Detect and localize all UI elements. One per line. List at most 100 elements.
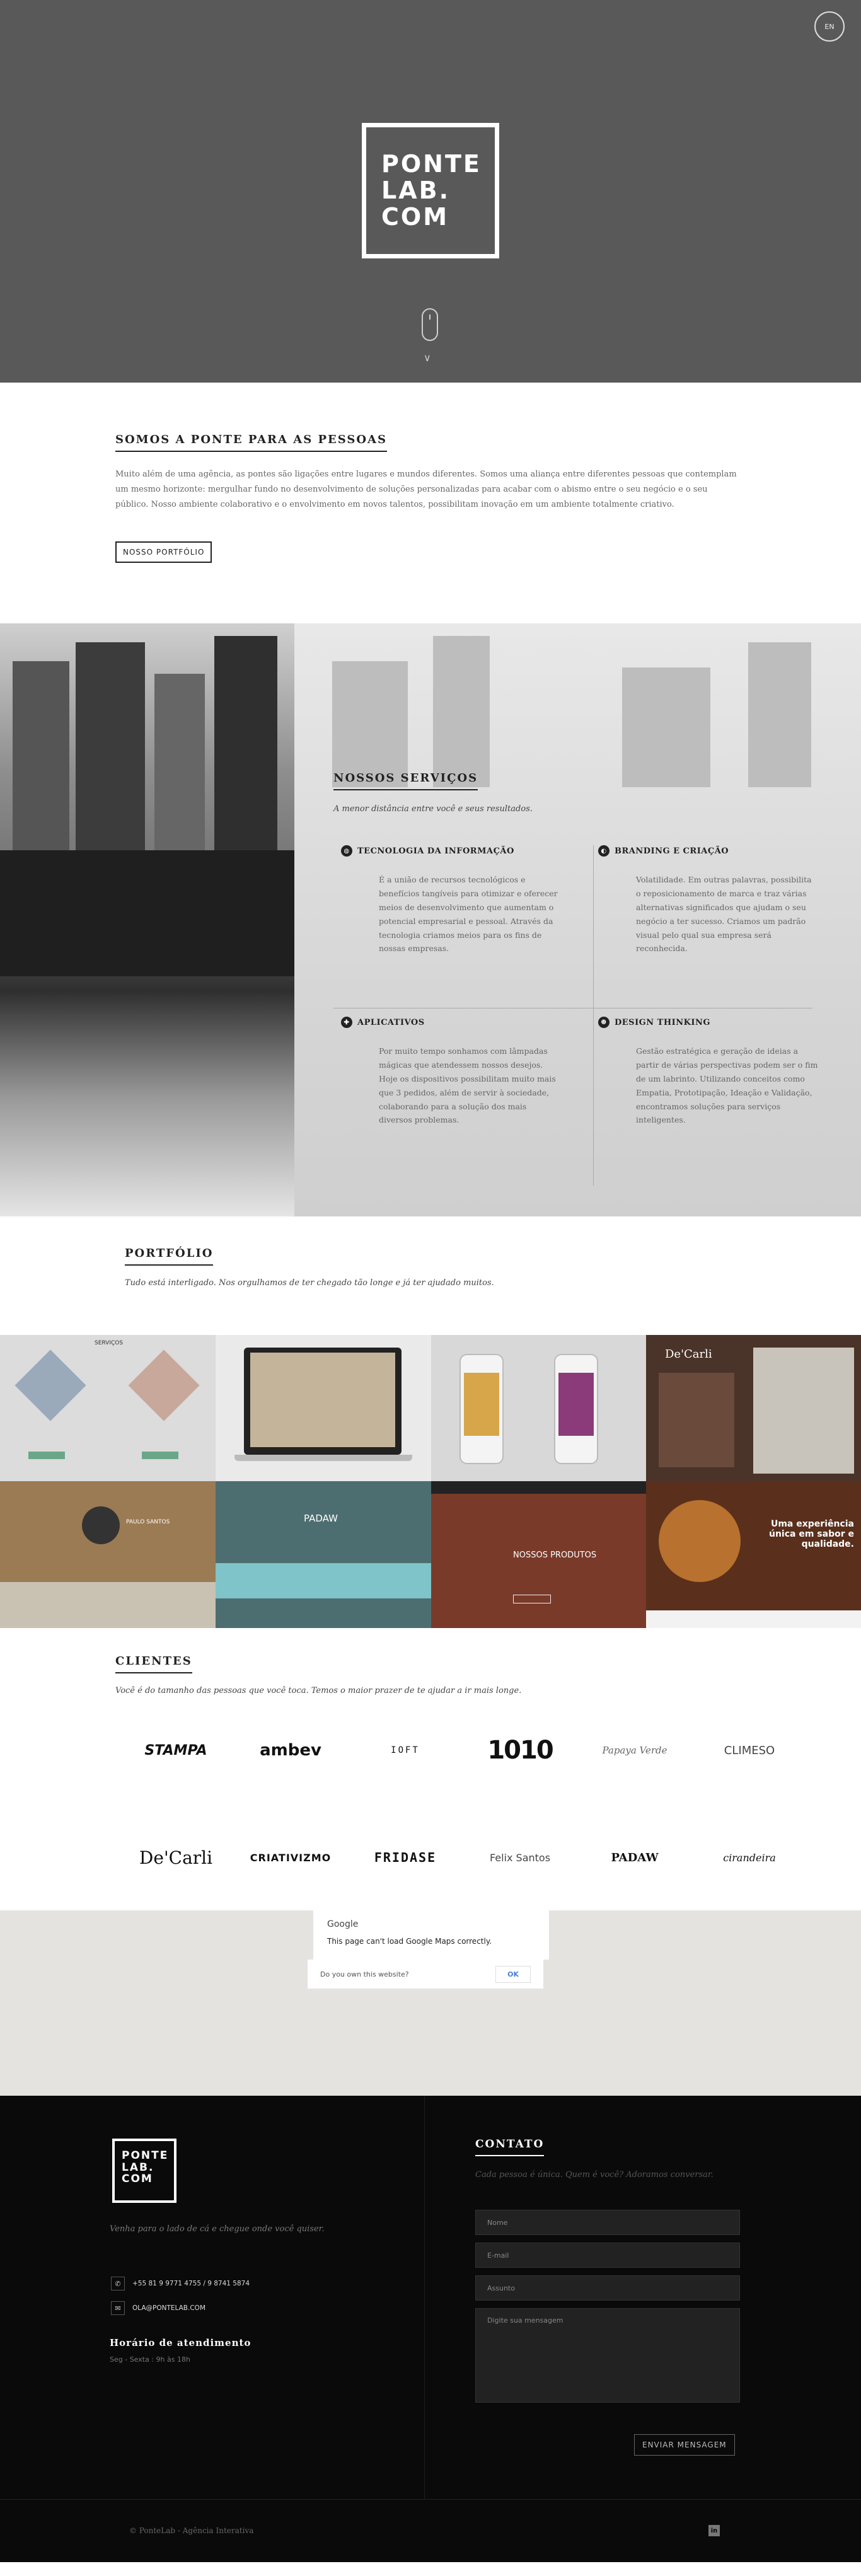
map-section[interactable]: Google This page can't load Google Maps …: [0, 1910, 861, 2096]
service-title: BRANDING E CRIAÇÃO: [615, 846, 729, 856]
drop-icon: ◐: [598, 845, 610, 857]
google-wordmark: Google: [327, 1919, 359, 1929]
subject-field[interactable]: Assunto: [475, 2275, 740, 2301]
service-title: TECNOLOGIA DA INFORMAÇÃO: [357, 846, 514, 856]
services-grid: ◍ TECNOLOGIA DA INFORMAÇÃO É a união de r…: [333, 845, 818, 1186]
site-logo[interactable]: PONTE LAB. COM: [362, 123, 499, 258]
copyright: © PonteLab - Agência Interativa: [129, 2526, 254, 2535]
envelope-icon: ✉: [111, 2301, 125, 2315]
contact-subtitle: Cada pessoa é única. Quem é você? Adoram…: [475, 2170, 714, 2180]
about-text: Muito além de uma agência, as pontes são…: [115, 470, 737, 510]
portfolio-title: PORTFÓLIO: [125, 1247, 214, 1266]
footer-logo[interactable]: PONTE LAB. COM: [112, 2139, 176, 2203]
service-card: ◍ TECNOLOGIA DA INFORMAÇÃO É a união de r…: [341, 845, 558, 956]
service-text: Volatilidade. Em outras palavras, possib…: [636, 875, 812, 954]
footer-tagline: Venha para o lado de cá e chegue onde vo…: [110, 2224, 325, 2234]
client-logos: STAMPA ambev IOFT 1010 Papaya Verde CLIM…: [125, 1728, 861, 1880]
logo-line: COM: [381, 202, 449, 231]
tile-caption: PADAW: [304, 1513, 338, 1524]
tile-caption: Uma experiência única em sabor e qualida…: [768, 1519, 854, 1549]
logo-line: PONTE: [381, 150, 482, 178]
tile-caption: PAULO SANTOS: [126, 1519, 170, 1525]
hours-text: Seg - Sexta : 9h às 18h: [110, 2355, 190, 2364]
tile-caption: NOSSOS PRODUTOS: [513, 1551, 597, 1560]
logo-line: LAB.: [381, 176, 451, 204]
services-section: NOSSOS SERVIÇOS A menor distância entre …: [0, 623, 861, 1216]
tile-caption: De'Carli: [665, 1348, 712, 1361]
portfolio-tile[interactable]: [216, 1335, 431, 1481]
message-field[interactable]: Digite sua mensagem: [475, 2308, 740, 2403]
portfolio-tile[interactable]: SERVIÇOS: [0, 1335, 216, 1481]
service-card: ◐ BRANDING E CRIAÇÃO Volatilidade. Em out…: [598, 845, 812, 956]
map-error-text: This page can't load Google Maps correct…: [327, 1937, 492, 1946]
about-title: SOMOS A PONTE PARA AS PESSOAS: [115, 433, 387, 452]
portfolio-tile[interactable]: Uma experiência única em sabor e qualida…: [646, 1481, 861, 1628]
phone-icon: ✆: [111, 2277, 125, 2290]
client-logo-ioft: IOFT: [391, 1745, 420, 1755]
hero-section: EN PONTE LAB. COM ∨: [0, 0, 861, 383]
client-logo-1010: 1010: [487, 1736, 553, 1765]
about-section: SOMOS A PONTE PARA AS PESSOAS Muito além…: [0, 383, 861, 623]
head-icon: ☻: [598, 1017, 610, 1028]
client-logo-stampa: STAMPA: [144, 1742, 207, 1759]
name-field[interactable]: Nome: [475, 2210, 740, 2235]
service-text: Gestão estratégica e geração de ideias a…: [636, 1046, 818, 1125]
city-photo-left: [0, 623, 294, 1216]
client-logo-papaya-verde: Papaya Verde: [602, 1745, 667, 1756]
services-subtitle: A menor distância entre você e seus resu…: [333, 804, 533, 814]
logo-line: PONTE: [122, 2149, 169, 2162]
email-text[interactable]: OLA@PONTELAB.COM: [132, 2304, 205, 2312]
footer: PONTE LAB. COM Venha para o lado de cá e…: [0, 2096, 861, 2499]
tile-caption: SERVIÇOS: [95, 1340, 124, 1346]
phone-text[interactable]: +55 81 9 9771 4755 / 9 8741 5874: [132, 2280, 250, 2287]
contact-form: CONTATO Cada pessoa é única. Quem é você…: [475, 2138, 740, 2403]
footer-bottom-bar: © PonteLab - Agência Interativa in: [0, 2499, 861, 2562]
portfolio-tile[interactable]: De'Carli: [646, 1335, 861, 1481]
client-logo-decarli: De'Carli: [139, 1847, 213, 1868]
contact-title: CONTATO: [475, 2138, 545, 2156]
client-logo-cirandeira: cirandeira: [723, 1851, 776, 1864]
map-error-dialog: Google This page can't load Google Maps …: [313, 1910, 549, 1960]
puzzle-icon: ✚: [341, 1017, 352, 1028]
clients-subtitle: Você é do tamanho das pessoas que você t…: [115, 1686, 522, 1695]
map-question: Do you own this website?: [320, 1970, 409, 1978]
service-text: É a união de recursos tecnológicos e ben…: [379, 875, 558, 954]
client-logo-padaw: PADAW: [611, 1851, 659, 1864]
portfolio-grid: SERVIÇOS De'Carli PAULO SANTOS PADAW NOS…: [0, 1335, 861, 1628]
logo-line: LAB.: [122, 2161, 154, 2174]
portfolio-tile[interactable]: PAULO SANTOS: [0, 1481, 216, 1628]
portfolio-tile[interactable]: PADAW: [216, 1481, 431, 1628]
service-title: DESIGN THINKING: [615, 1017, 710, 1027]
logo-line: COM: [122, 2173, 153, 2186]
clients-title: CLIENTES: [115, 1655, 192, 1673]
globe-icon: ◍: [341, 845, 352, 857]
hours-title: Horário de atendimento: [110, 2337, 251, 2348]
portfolio-subtitle: Tudo está interligado. Nos orgulhamos de…: [125, 1278, 494, 1288]
email-field[interactable]: E-mail: [475, 2243, 740, 2268]
portfolio-tile[interactable]: [431, 1335, 646, 1481]
service-card: ✚ APLICATIVOS Por muito tempo sonhamos co…: [341, 1017, 556, 1127]
send-message-button[interactable]: ENVIAR MENSAGEM: [634, 2434, 735, 2456]
language-switch-button[interactable]: EN: [814, 11, 845, 42]
clients-section: CLIENTES Você é do tamanho das pessoas q…: [0, 1628, 861, 1910]
portfolio-button[interactable]: NOSSO PORTFÓLIO: [115, 541, 212, 563]
services-content: NOSSOS SERVIÇOS A menor distância entre …: [333, 771, 818, 1186]
map-ownership-prompt: Do you own this website? OK: [308, 1960, 543, 1989]
client-logo-felix-santos: Felix Santos: [489, 1851, 551, 1864]
scroll-mouse-icon[interactable]: [422, 308, 438, 341]
map-ok-button[interactable]: OK: [495, 1965, 531, 1983]
client-logo-ambev: ambev: [260, 1741, 321, 1760]
footer-divider: [424, 2096, 425, 2499]
email-row: ✉ OLA@PONTELAB.COM: [111, 2301, 205, 2315]
service-text: Por muito tempo sonhamos com lâmpadas má…: [379, 1046, 556, 1125]
client-logo-fridase: FRIDASE: [374, 1850, 437, 1865]
portfolio-tile[interactable]: NOSSOS PRODUTOS: [431, 1481, 646, 1628]
grid-divider: [593, 845, 594, 1186]
client-logo-climeso: CLIMESO: [724, 1743, 775, 1757]
phone-row: ✆ +55 81 9 9771 4755 / 9 8741 5874: [111, 2277, 250, 2290]
client-logo-criativizmo: CRIATIVIZMO: [250, 1851, 332, 1864]
linkedin-icon[interactable]: in: [708, 2525, 720, 2536]
chevron-down-icon[interactable]: ∨: [424, 352, 431, 364]
service-card: ☻ DESIGN THINKING Gestão estratégica e ge…: [598, 1017, 818, 1127]
services-title: NOSSOS SERVIÇOS: [333, 771, 478, 790]
